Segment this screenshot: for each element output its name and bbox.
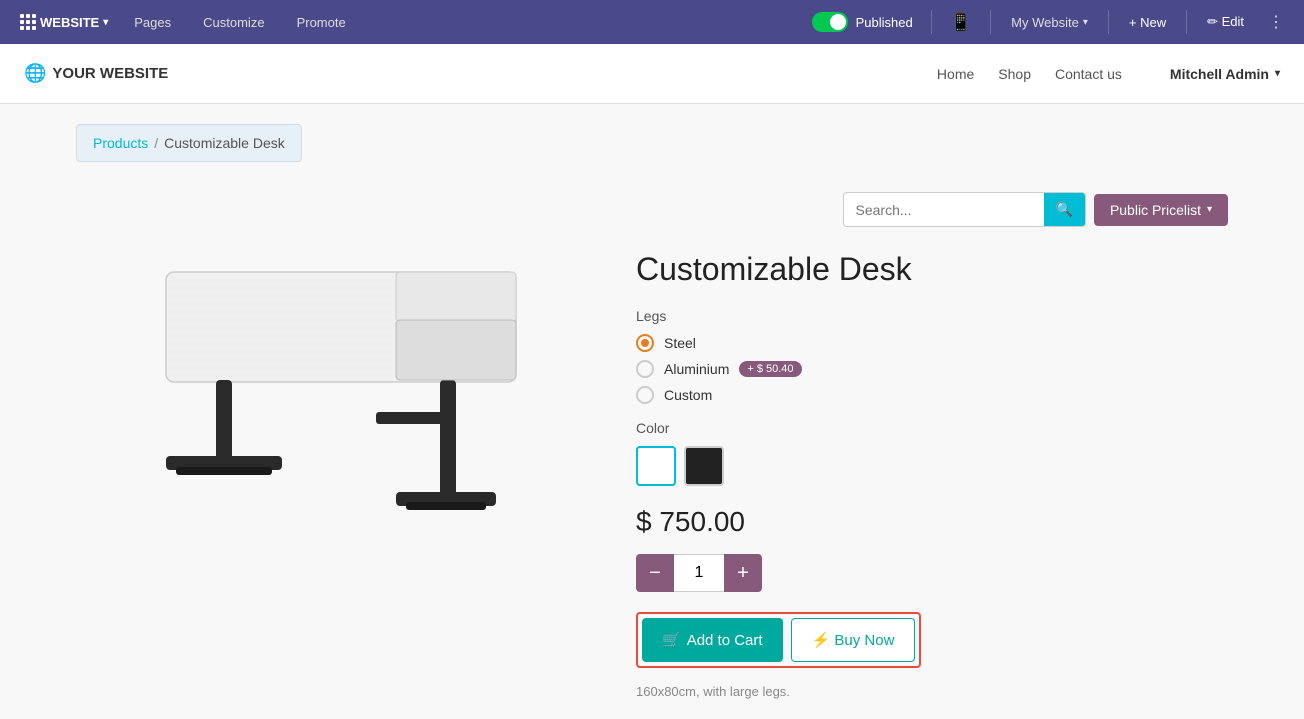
product-layout: 🔍 Public Pricelist ▾ Customizable Desk L…: [76, 182, 1228, 699]
color-swatch-white[interactable]: [636, 446, 676, 486]
product-details: 🔍 Public Pricelist ▾ Customizable Desk L…: [636, 182, 1228, 699]
product-price: $ 750.00: [636, 506, 1228, 538]
search-row: 🔍 Public Pricelist ▾: [636, 192, 1228, 227]
add-to-cart-button[interactable]: 🛒 Add to Cart: [642, 618, 783, 662]
pricelist-chevron-icon: ▾: [1207, 204, 1212, 215]
product-title: Customizable Desk: [636, 251, 1228, 288]
legs-option-group: Legs Steel Aluminium + $ 50.40 Custom: [636, 308, 1228, 404]
nav-promote[interactable]: Promote: [283, 0, 360, 44]
my-website-label: My Website: [1011, 15, 1079, 30]
radio-aluminium[interactable]: [636, 360, 654, 378]
admin-bar: WEBSITE ▾ Pages Customize Promote Publis…: [0, 0, 1304, 44]
user-name: Mitchell Admin: [1170, 66, 1269, 82]
nav-home[interactable]: Home: [937, 66, 974, 82]
radio-custom[interactable]: [636, 386, 654, 404]
add-to-cart-label: Add to Cart: [687, 632, 763, 649]
globe-icon: 🌐: [24, 63, 46, 84]
my-website-button[interactable]: My Website ▾: [999, 0, 1100, 44]
option-name-custom: Custom: [664, 387, 712, 403]
pricelist-button[interactable]: Public Pricelist ▾: [1094, 194, 1228, 226]
quantity-increase-button[interactable]: +: [724, 554, 762, 592]
quantity-input[interactable]: [674, 554, 724, 592]
aluminium-price-badge: + $ 50.40: [739, 361, 801, 377]
radio-inner-steel: [641, 339, 649, 347]
buy-now-label: ⚡ Buy Now: [812, 631, 895, 649]
published-label: Published: [856, 15, 913, 30]
option-row-aluminium[interactable]: Aluminium + $ 50.40: [636, 360, 1228, 378]
brand-label: WEBSITE: [40, 15, 99, 30]
product-image: [106, 212, 566, 552]
user-menu[interactable]: Mitchell Admin ▾: [1170, 66, 1280, 82]
nav-contact[interactable]: Contact us: [1055, 66, 1122, 82]
divider-2: [990, 10, 991, 34]
product-description: 160x80cm, with large legs.: [636, 684, 1228, 699]
search-input[interactable]: [844, 194, 1044, 226]
admin-bar-right: Published 📱 My Website ▾ + New ✏ Edit ⋮: [802, 0, 1292, 44]
nav-customize[interactable]: Customize: [189, 0, 278, 44]
website-brand-button[interactable]: WEBSITE ▾: [12, 14, 116, 30]
color-option-group: Color: [636, 420, 1228, 486]
breadcrumb-parent[interactable]: Products: [93, 135, 148, 151]
mobile-preview-icon[interactable]: 📱: [940, 12, 982, 33]
color-label: Color: [636, 420, 1228, 436]
pricelist-label: Public Pricelist: [1110, 202, 1201, 218]
published-toggle[interactable]: Published: [802, 12, 923, 32]
toggle-track[interactable]: [812, 12, 848, 32]
admin-bar-left: WEBSITE ▾ Pages Customize Promote: [12, 0, 802, 44]
grid-icon: [20, 14, 36, 30]
buy-now-button[interactable]: ⚡ Buy Now: [791, 618, 916, 662]
edit-button[interactable]: ✏ Edit: [1195, 0, 1256, 44]
option-row-custom[interactable]: Custom: [636, 386, 1228, 404]
site-nav-links: Home Shop Contact us Mitchell Admin ▾: [937, 66, 1280, 82]
search-box: 🔍: [843, 192, 1086, 227]
toggle-thumb: [830, 14, 846, 30]
quantity-row: − +: [636, 554, 1228, 592]
option-name-steel: Steel: [664, 335, 696, 351]
user-chevron-icon: ▾: [1275, 68, 1280, 79]
nav-shop[interactable]: Shop: [998, 66, 1031, 82]
website-nav: 🌐 YOUR WEBSITE Home Shop Contact us Mitc…: [0, 44, 1304, 104]
main-content: Products / Customizable Desk: [52, 104, 1252, 719]
color-swatches: [636, 446, 1228, 486]
my-website-chevron-icon: ▾: [1083, 17, 1088, 28]
color-swatch-black[interactable]: [684, 446, 724, 486]
radio-steel[interactable]: [636, 334, 654, 352]
divider-4: [1186, 10, 1187, 34]
action-buttons: 🛒 Add to Cart ⚡ Buy Now: [636, 612, 921, 668]
site-logo[interactable]: 🌐 YOUR WEBSITE: [24, 63, 937, 84]
product-image-area: [76, 182, 596, 582]
quantity-decrease-button[interactable]: −: [636, 554, 674, 592]
search-button[interactable]: 🔍: [1044, 193, 1085, 226]
breadcrumb-current: Customizable Desk: [164, 135, 285, 151]
new-button[interactable]: + New: [1117, 0, 1178, 44]
divider-1: [931, 10, 932, 34]
divider-3: [1108, 10, 1109, 34]
site-logo-text: YOUR WEBSITE: [52, 65, 168, 82]
more-options-icon[interactable]: ⋮: [1260, 0, 1292, 44]
legs-label: Legs: [636, 308, 1228, 324]
option-name-aluminium: Aluminium: [664, 361, 729, 377]
breadcrumb-separator: /: [154, 135, 158, 151]
breadcrumb: Products / Customizable Desk: [76, 124, 302, 162]
nav-pages[interactable]: Pages: [120, 0, 185, 44]
brand-chevron-icon: ▾: [103, 17, 108, 28]
option-row-steel[interactable]: Steel: [636, 334, 1228, 352]
cart-icon: 🛒: [662, 631, 681, 649]
